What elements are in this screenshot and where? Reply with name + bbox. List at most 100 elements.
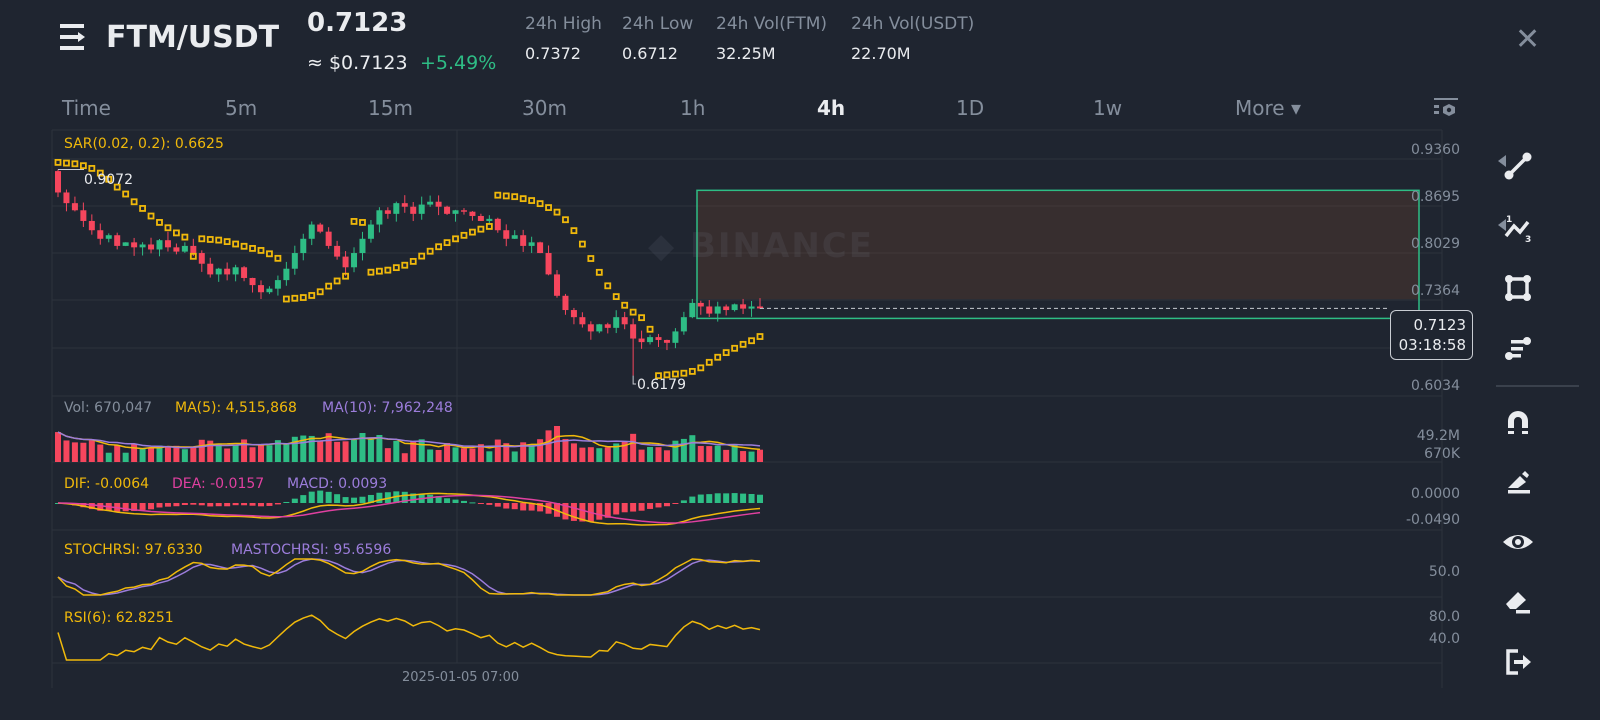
- sar-dot: [511, 193, 519, 201]
- volume-bar: [723, 449, 730, 462]
- macd-histogram-bar: [164, 503, 171, 507]
- candle: [469, 211, 476, 216]
- sar-dot: [156, 219, 163, 226]
- macd-histogram-bar: [706, 494, 713, 503]
- macd-histogram-bar: [697, 494, 704, 503]
- toolbar-divider: [1496, 385, 1579, 387]
- sar-dot: [426, 247, 434, 255]
- macd-value-label: MACD: 0.0093: [287, 476, 388, 492]
- macd-histogram-bar: [291, 498, 298, 503]
- candle: [224, 268, 231, 275]
- fibonacci-icon[interactable]: 13: [1498, 208, 1538, 248]
- volume-bar: [384, 448, 391, 462]
- parallel-lines-icon[interactable]: [1498, 328, 1538, 368]
- sar-label: SAR(0.02, 0.2): 0.6625: [64, 136, 224, 152]
- sar-dot: [266, 250, 273, 258]
- macd-histogram-bar: [638, 503, 645, 511]
- sar-dot: [401, 261, 409, 269]
- volume-bar: [173, 445, 180, 462]
- macd-histogram-bar: [308, 491, 315, 503]
- candle: [689, 302, 696, 318]
- sar-dot: [545, 204, 552, 211]
- volume-bar: [71, 442, 78, 462]
- eye-icon[interactable]: [1498, 522, 1538, 562]
- candle: [613, 317, 620, 328]
- volume-bar: [604, 447, 611, 462]
- volume-bar: [469, 448, 476, 462]
- volume-bar: [257, 444, 264, 462]
- candle: [122, 242, 129, 246]
- volume-bar: [494, 439, 501, 462]
- sar-dot: [384, 266, 392, 274]
- magnet-icon[interactable]: [1498, 402, 1538, 442]
- stochrsi-label: STOCHRSI: 97.6330: [64, 542, 203, 558]
- eraser-icon[interactable]: [1498, 582, 1538, 622]
- volume-bar: [55, 432, 61, 462]
- rsi-axis-tick: 40.0: [1428, 631, 1460, 647]
- volume-bar: [317, 441, 324, 462]
- candle: [325, 231, 332, 246]
- macd-dif-label: DIF: -0.0064: [64, 476, 150, 492]
- trend-line-icon[interactable]: [1498, 146, 1538, 186]
- sar-dot: [274, 254, 282, 262]
- candle: [342, 256, 349, 268]
- candle: [706, 306, 713, 314]
- macd-histogram-bar: [198, 503, 205, 506]
- macd-histogram-bar: [207, 503, 214, 507]
- sar-dot: [443, 239, 451, 247]
- candle: [55, 171, 61, 193]
- close-icon[interactable]: ✕: [1515, 22, 1540, 57]
- pencil-icon[interactable]: [1498, 462, 1538, 502]
- sar-dot: [350, 218, 358, 225]
- candle: [554, 274, 561, 296]
- sar-dot: [494, 191, 502, 199]
- sar-dot: [240, 242, 248, 250]
- macd-histogram-bar: [680, 500, 687, 503]
- volume-bar: [266, 445, 273, 462]
- volume-bar: [131, 444, 138, 462]
- candle: [579, 317, 586, 325]
- volume-bar: [528, 445, 535, 462]
- volume-bar: [283, 443, 290, 462]
- macd-histogram-bar: [757, 494, 763, 503]
- macd-histogram-bar: [748, 494, 755, 503]
- volume-bar: [460, 448, 467, 462]
- candle: [714, 306, 721, 314]
- rsi-axis-tick: 80.0: [1428, 609, 1460, 625]
- macd-histogram-bar: [663, 503, 670, 507]
- candle: [503, 230, 510, 239]
- sar-dot: [54, 158, 62, 166]
- candle: [88, 220, 95, 231]
- volume-bar: [164, 446, 171, 462]
- volume-bar: [554, 426, 561, 462]
- candle: [308, 224, 315, 239]
- macd-histogram-bar: [503, 503, 510, 509]
- candle: [672, 331, 679, 343]
- sar-dot: [739, 340, 747, 348]
- candle: [460, 210, 467, 212]
- macd-histogram-bar: [460, 500, 467, 503]
- sar-dot: [342, 272, 349, 280]
- sar-dot: [139, 205, 146, 212]
- sar-dot: [595, 268, 603, 276]
- rsi-label: RSI(6): 62.8251: [64, 610, 174, 626]
- low-price-label: 0.6179: [637, 377, 686, 393]
- candle: [638, 338, 645, 343]
- macd-histogram-bar: [723, 493, 730, 503]
- candle: [731, 304, 738, 311]
- candle: [562, 295, 569, 311]
- candlestick-chart[interactable]: [0, 0, 1460, 700]
- volume-bar: [224, 448, 231, 462]
- sar-dot: [88, 165, 96, 172]
- sar-dot: [130, 198, 138, 206]
- candle: [621, 317, 628, 325]
- volume-bar: [697, 445, 704, 462]
- volume-ma10-label: MA(10): 7,962,248: [322, 400, 453, 416]
- rectangle-icon[interactable]: [1498, 268, 1538, 308]
- macd-histogram-bar: [325, 491, 332, 503]
- volume-bar: [748, 451, 755, 462]
- candle: [181, 245, 188, 252]
- exit-icon[interactable]: [1498, 642, 1538, 682]
- macd-histogram-bar: [181, 503, 188, 506]
- candle: [97, 230, 104, 239]
